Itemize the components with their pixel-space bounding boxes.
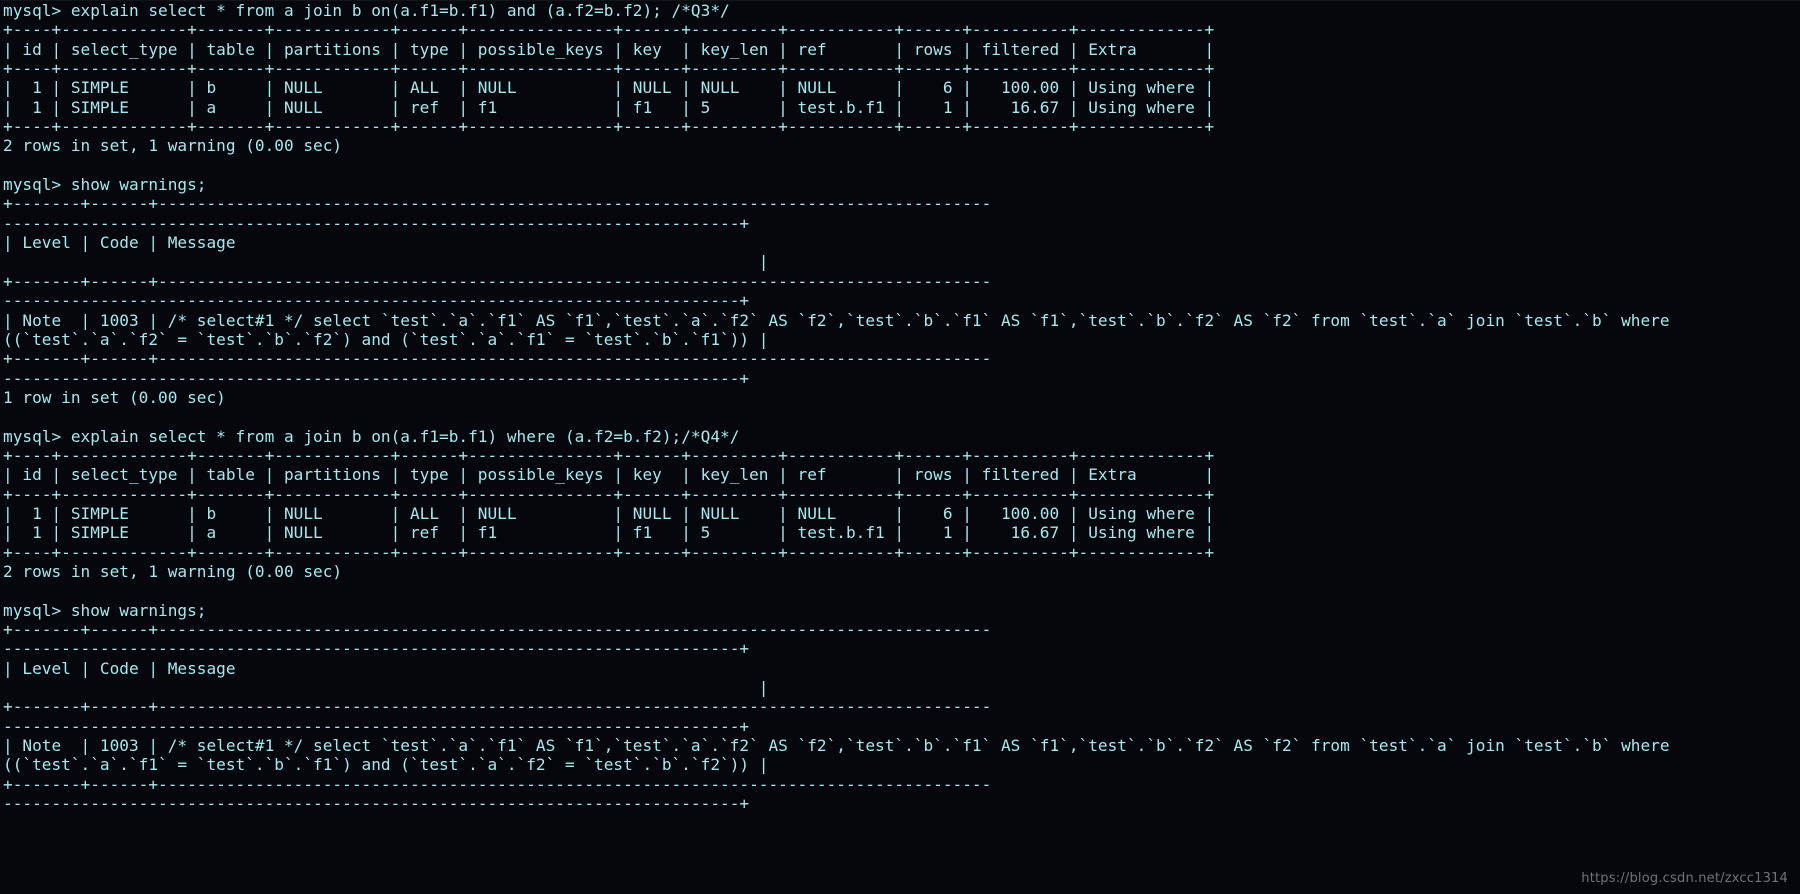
terminal-line: +-------+------+------------------------…	[3, 194, 992, 214]
terminal-line: +----+-------------+-------+------------…	[3, 117, 1215, 137]
terminal-line: 2 rows in set, 1 warning (0.00 sec)	[3, 136, 343, 156]
terminal-line: ----------------------------------------…	[3, 794, 750, 814]
terminal-line: +-------+------+------------------------…	[3, 620, 992, 639]
terminal-line: +----+-------------+-------+------------…	[3, 59, 1215, 79]
terminal-line: | Note | 1003 | /* select#1 */ select `t…	[3, 736, 1670, 756]
terminal-line: | 1 | SIMPLE | b | NULL | ALL | NULL | N…	[3, 503, 1215, 523]
terminal-line: 2 rows in set, 1 warning (0.00 sec)	[3, 561, 343, 581]
terminal-line: +-------+------+------------------------…	[3, 697, 992, 717]
terminal-line: | Level | Code | Message	[3, 658, 992, 678]
terminal-line: | Level | Code | Message	[3, 233, 992, 253]
terminal-line: +----+-------------+-------+------------…	[3, 484, 1215, 504]
terminal-line: mysql> show warnings;	[3, 600, 207, 620]
terminal-line: 1 row in set (0.00 sec)	[3, 387, 226, 407]
terminal-line: ----------------------------------------…	[3, 368, 750, 388]
terminal-line: | id | select_type | table | partitions …	[3, 39, 1215, 59]
terminal-line: |	[3, 252, 769, 272]
terminal-line: ----------------------------------------…	[3, 291, 750, 311]
terminal-line: +----+-------------+-------+------------…	[3, 542, 1215, 562]
terminal-line: +----+-------------+-------+------------…	[3, 20, 1215, 40]
terminal-line: ----------------------------------------…	[3, 213, 750, 233]
terminal-window[interactable]: mysql> explain select * from a join b on…	[0, 0, 1800, 894]
terminal-line: | Note | 1003 | /* select#1 */ select `t…	[3, 310, 1670, 330]
terminal-line: ----------------------------------------…	[3, 639, 750, 659]
watermark-text: https://blog.csdn.net/zxcc1314	[1581, 871, 1788, 886]
terminal-line: mysql> show warnings;	[3, 175, 207, 195]
terminal-line: mysql> explain select * from a join b on…	[3, 1, 730, 20]
terminal-line: | 1 | SIMPLE | a | NULL | ref | f1 | f1 …	[3, 523, 1215, 543]
terminal-line: +-------+------+------------------------…	[3, 271, 992, 291]
terminal-line: |	[3, 678, 769, 698]
terminal-line: ((`test`.`a`.`f2` = `test`.`b`.`f2`) and…	[3, 329, 769, 349]
terminal-output[interactable]: mysql> explain select * from a join b on…	[0, 0, 1800, 813]
terminal-line: mysql> explain select * from a join b on…	[3, 426, 740, 446]
terminal-line: +-------+------+------------------------…	[3, 349, 992, 369]
terminal-line: | 1 | SIMPLE | a | NULL | ref | f1 | f1 …	[3, 97, 1215, 117]
terminal-line: +-------+------+------------------------…	[3, 774, 992, 794]
terminal-line: | 1 | SIMPLE | b | NULL | ALL | NULL | N…	[3, 78, 1215, 98]
terminal-line: ((`test`.`a`.`f1` = `test`.`b`.`f1`) and…	[3, 755, 769, 775]
terminal-line: | id | select_type | table | partitions …	[3, 465, 1215, 485]
terminal-line: ----------------------------------------…	[3, 716, 750, 736]
terminal-line: +----+-------------+-------+------------…	[3, 445, 1215, 465]
